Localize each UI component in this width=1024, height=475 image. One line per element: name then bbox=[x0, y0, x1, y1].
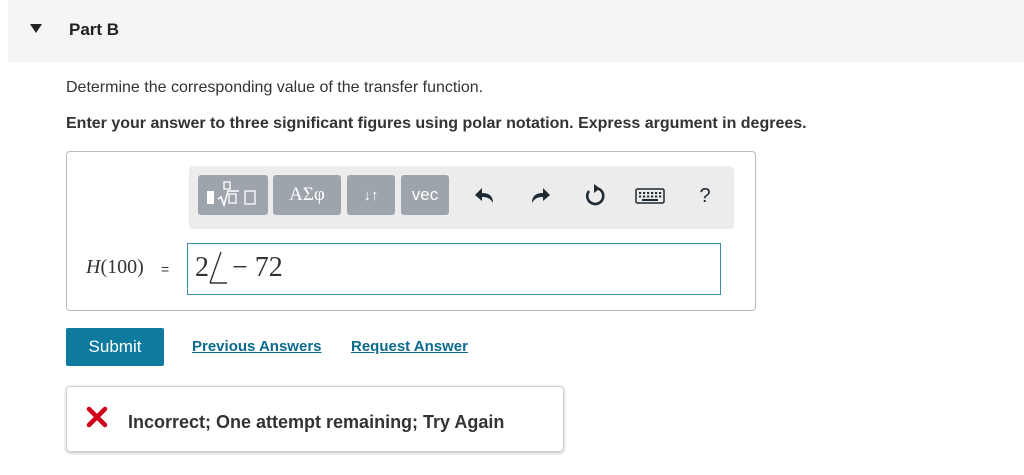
math-toolbar: ΑΣφ ↓↑ vec ? bbox=[189, 166, 734, 229]
angle-symbol-icon bbox=[209, 251, 227, 284]
angle-value: − 72 bbox=[232, 252, 283, 283]
function-argument: (100) bbox=[100, 256, 144, 278]
collapse-toggle-icon[interactable] bbox=[30, 24, 42, 33]
feedback-text: Incorrect; One attempt remaining; Try Ag… bbox=[128, 412, 505, 432]
part-header[interactable] bbox=[8, 0, 1024, 62]
answer-value: 2 − 72 bbox=[195, 251, 283, 284]
greek-symbols-button[interactable]: ΑΣφ bbox=[273, 175, 341, 215]
subscript-superscript-button[interactable]: ↓↑ bbox=[347, 175, 395, 215]
undo-icon[interactable] bbox=[471, 180, 499, 212]
submit-button[interactable]: Submit bbox=[66, 328, 164, 366]
instruction-text: Enter your answer to three significant f… bbox=[66, 115, 807, 132]
answer-input[interactable]: 2 − 72 bbox=[187, 243, 721, 295]
feedback-box: Incorrect; One attempt remaining; Try Ag… bbox=[66, 386, 564, 452]
templates-button[interactable] bbox=[198, 175, 268, 215]
equals-sign: = bbox=[161, 261, 170, 277]
function-name: H bbox=[86, 256, 101, 278]
redo-icon[interactable] bbox=[526, 180, 554, 212]
keyboard-icon[interactable] bbox=[632, 180, 668, 212]
previous-answers-link[interactable]: Previous Answers bbox=[192, 338, 322, 355]
help-button[interactable]: ? bbox=[691, 180, 719, 212]
reset-icon[interactable] bbox=[581, 180, 609, 212]
part-title: Part B bbox=[69, 20, 120, 39]
question-text: Determine the corresponding value of the… bbox=[66, 79, 484, 96]
answer-label: H(100) bbox=[86, 256, 144, 279]
x-mark-icon bbox=[86, 406, 108, 428]
request-answer-link[interactable]: Request Answer bbox=[351, 338, 468, 355]
vector-button[interactable]: vec bbox=[401, 175, 449, 215]
templates-icon bbox=[207, 181, 256, 208]
